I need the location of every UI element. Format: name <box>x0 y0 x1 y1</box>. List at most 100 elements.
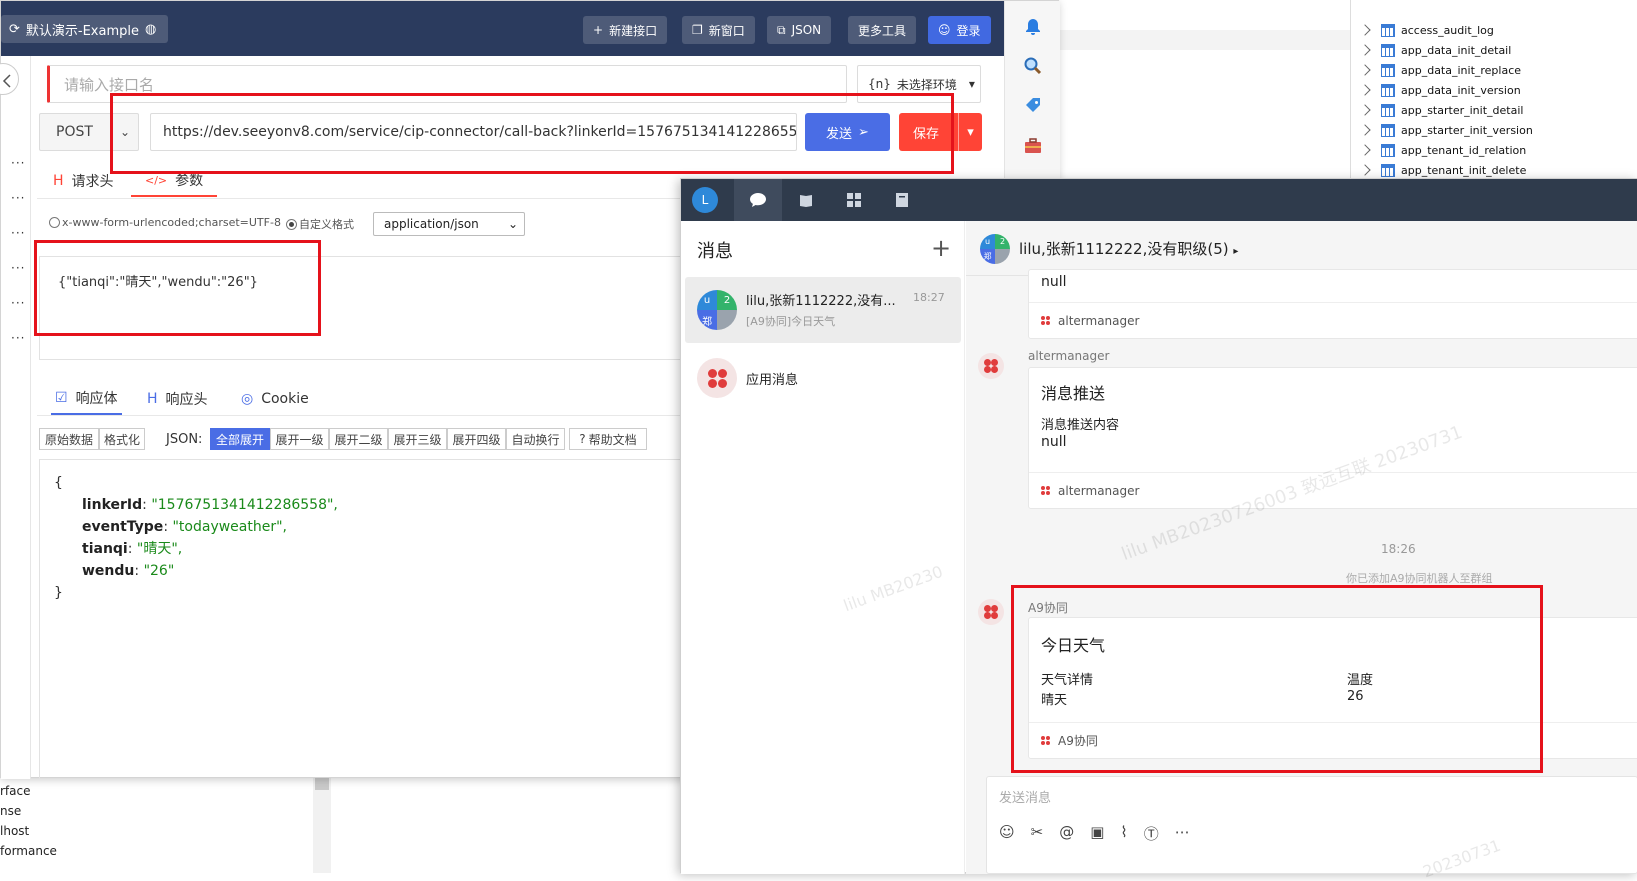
more-icon[interactable]: ··· <box>11 191 25 205</box>
more-icon[interactable]: ··· <box>11 156 25 170</box>
chat-window: L 消息 + u 2 郑 lilu,张新1112222,没有... 18:27 … <box>680 178 1637 881</box>
table-row[interactable]: app_starter_init_version <box>1359 120 1533 140</box>
login-button[interactable]: ☺ 登录 <box>928 16 991 44</box>
conversation-name: lilu,张新1112222,没有... <box>746 294 896 309</box>
chevron-right-icon <box>1359 104 1371 116</box>
message-field-value: null <box>1041 274 1067 290</box>
checkbox-icon: ☑ <box>55 390 68 406</box>
globe-icon: ◍ <box>145 21 157 37</box>
conversation-list-title: 消息 <box>697 241 733 262</box>
radio-custom-format[interactable]: 自定义格式 <box>286 216 354 232</box>
expand-level-3-button[interactable]: 展开三级 <box>388 428 447 450</box>
expand-all-button[interactable]: 全部展开 <box>210 428 270 450</box>
group-avatar: u 2 郑 <box>697 290 737 330</box>
code-icon: ⧉ <box>777 22 786 37</box>
url-input[interactable]: https://dev.seeyonv8.com/service/cip-con… <box>150 113 797 151</box>
paperclip-icon[interactable]: ⌇ <box>1120 823 1127 844</box>
bell-icon[interactable] <box>1023 17 1043 37</box>
tag-icon[interactable] <box>1023 96 1043 116</box>
more-tools-button[interactable]: 更多工具 <box>848 16 917 44</box>
more-icon[interactable]: ··· <box>11 296 25 310</box>
tab-request-headers[interactable]: H 请求头 <box>53 165 114 197</box>
table-row[interactable]: app_tenant_init_delete <box>1359 160 1526 180</box>
message-sender: A9协同 <box>1028 601 1068 615</box>
json-line: wendu: "26" <box>82 563 175 579</box>
bot-avatar <box>978 353 1004 379</box>
background-file-list: wei rface nse lhost formance <box>0 764 315 873</box>
tab-params[interactable]: </> 参数 <box>131 165 218 197</box>
table-row[interactable]: app_data_init_detail <box>1359 40 1511 60</box>
caret-down-icon: ▾ <box>968 77 975 91</box>
close-icon[interactable] <box>0 63 19 95</box>
search-icon[interactable] <box>1023 56 1043 76</box>
raw-data-button[interactable]: 原始数据 <box>39 428 99 450</box>
conversation-time: 18:27 <box>913 291 945 304</box>
time-divider: 18:26 <box>1381 542 1416 556</box>
message-card: 消息推送 消息推送内容 null altermanager <box>1028 367 1637 509</box>
more-icon[interactable]: ··· <box>11 331 25 345</box>
content-type-select[interactable]: application/json ⌄ <box>373 212 525 236</box>
user-icon: ☺ <box>938 23 951 37</box>
background-scrollbar[interactable] <box>313 770 331 873</box>
chevron-right-icon <box>1359 144 1371 156</box>
conversation-name: 应用消息 <box>746 373 799 388</box>
environment-select[interactable]: {n} 未选择环境 ▾ <box>857 65 981 103</box>
document-icon[interactable] <box>878 179 926 221</box>
image-icon[interactable]: ▣ <box>1090 823 1104 844</box>
message-title: 消息推送 <box>1041 384 1106 403</box>
message-field-value: 晴天 <box>1041 693 1068 708</box>
emoji-icon[interactable]: ☺ <box>999 823 1015 844</box>
more-icon[interactable]: ··· <box>11 226 25 240</box>
chat-bubble-icon[interactable] <box>734 179 782 221</box>
expand-level-4-button[interactable]: 展开四级 <box>447 428 506 450</box>
api-name-input[interactable]: 请输入接口名 <box>47 65 847 103</box>
chevron-right-icon <box>1359 84 1371 96</box>
tab-response-headers[interactable]: H 响应头 <box>147 383 208 415</box>
project-selector[interactable]: ⟳ 默认演示-Example ◍ <box>1 15 169 43</box>
format-button[interactable]: 格式化 <box>99 428 145 450</box>
cookie-icon: ◎ <box>241 391 254 407</box>
expand-level-2-button[interactable]: 展开二级 <box>329 428 388 450</box>
caret-down-icon[interactable]: ▾ <box>958 113 982 151</box>
message-input[interactable]: 发送消息 ☺ ✂ @ ▣ ⌇ Ⓣ ⋯ <box>986 776 1637 874</box>
radio-urlencoded[interactable]: x-www-form-urlencoded;charset=UTF-8 <box>49 216 281 229</box>
table-row[interactable]: app_data_init_replace <box>1359 60 1521 80</box>
request-body-editor[interactable]: {"tianqi":"晴天","wendu":"26"} <box>39 256 682 360</box>
more-icon[interactable]: ⋯ <box>1175 823 1190 844</box>
method-select[interactable]: POST ⌄ <box>39 113 139 151</box>
more-icon[interactable]: ··· <box>11 261 25 275</box>
system-notice: 你已添加A9协同机器人至群组 <box>1346 572 1493 585</box>
json-button[interactable]: ⧉ JSON <box>767 16 832 44</box>
chevron-right-icon <box>1359 64 1371 76</box>
table-row[interactable]: app_tenant_id_relation <box>1359 140 1526 160</box>
save-button[interactable]: 保存 ▾ <box>899 113 982 151</box>
help-docs-button[interactable]: ? 帮助文档 <box>569 428 647 450</box>
list-item[interactable]: u 2 郑 lilu,张新1112222,没有... 18:27 [A9协同]今… <box>685 277 961 343</box>
tabs-divider <box>37 415 682 416</box>
scissors-icon[interactable]: ✂ <box>1031 823 1044 844</box>
text-box-icon[interactable]: Ⓣ <box>1144 823 1159 844</box>
background-panel <box>1060 0 1350 180</box>
apps-grid-icon[interactable] <box>830 179 878 221</box>
auto-wrap-button[interactable]: 自动换行 <box>506 428 565 450</box>
new-window-button[interactable]: ❐ 新窗口 <box>682 16 755 44</box>
send-button[interactable]: 发送 ➢ <box>805 113 890 151</box>
add-conversation-button[interactable]: + <box>931 234 951 262</box>
chat-title: lilu,张新1112222,没有职级(5) ▸ <box>1019 240 1239 258</box>
at-icon[interactable]: @ <box>1059 823 1074 844</box>
table-row[interactable]: access_audit_log <box>1359 20 1494 40</box>
toolbox-icon[interactable] <box>1023 136 1043 156</box>
list-item[interactable]: 应用消息 <box>685 349 961 407</box>
avatar[interactable]: L <box>692 187 718 213</box>
new-api-button[interactable]: + 新建接口 <box>583 16 668 44</box>
chat-header[interactable]: u 2 郑 lilu,张新1112222,没有职级(5) ▸ <box>966 221 1637 276</box>
message-sender: altermanager <box>1028 349 1110 363</box>
table-row[interactable]: app_data_init_version <box>1359 80 1521 100</box>
tab-response-body[interactable]: ☑ 响应体 <box>51 383 122 415</box>
tab-cookie[interactable]: ◎ Cookie <box>241 383 309 415</box>
radio-checked-icon <box>286 218 297 230</box>
table-row[interactable]: app_starter_init_detail <box>1359 100 1523 120</box>
heading-icon: H <box>147 391 158 407</box>
expand-level-1-button[interactable]: 展开一级 <box>270 428 329 450</box>
book-icon[interactable] <box>782 179 830 221</box>
